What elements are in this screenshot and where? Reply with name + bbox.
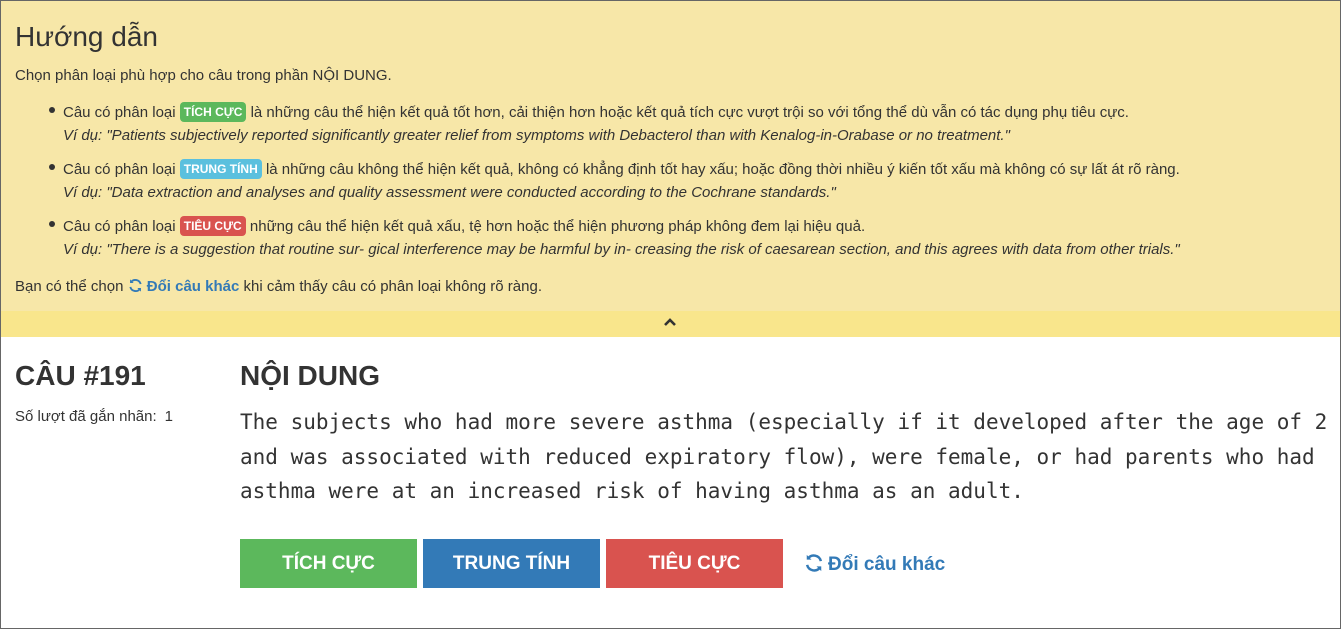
guide-footer-prefix: Bạn có thể chọn (15, 278, 124, 295)
guide-item-text: là những câu thể hiện kết quả tốt hơn, c… (250, 104, 1129, 121)
guide-item-negative: Câu có phân loại TIÊU CỰC những câu thể … (15, 215, 1335, 272)
guide-item-prefix: Câu có phân loại (63, 161, 176, 178)
negative-button[interactable]: TIÊU CỰC (606, 539, 783, 588)
content-text: The subjects who had more severe asthma … (240, 410, 1328, 503)
neutral-badge: TRUNG TÍNH (179, 159, 262, 179)
refresh-icon (805, 554, 823, 572)
guide-collapse-toggle[interactable] (1, 311, 1340, 337)
guide-footer: Bạn có thể chọn Đổi câu khác khi cảm thấ… (15, 278, 542, 295)
positive-button[interactable]: TÍCH CỰC (240, 539, 417, 588)
content-title: NỘI DUNG (240, 360, 380, 391)
swap-sentence-label: Đổi câu khác (828, 554, 946, 575)
bullet (49, 221, 55, 227)
guide-item-example: Ví dụ: "Patients subjectively reported s… (63, 127, 1010, 144)
guide-item-example: Ví dụ: "Data extraction and analyses and… (63, 184, 836, 201)
bullet (49, 107, 55, 113)
refresh-icon (129, 278, 142, 293)
guide-item-prefix: Câu có phân loại (63, 218, 176, 235)
label-count-label: Số lượt đã gắn nhãn: (15, 408, 157, 425)
bullet (49, 164, 55, 170)
swap-sentence-button[interactable]: Đổi câu khác (804, 553, 945, 576)
guide-swap-link[interactable]: Đổi câu khác (128, 278, 244, 295)
negative-badge: TIÊU CỰC (179, 216, 246, 236)
guide-item-text: những câu thể hiện kết quả xấu, tệ hơn h… (249, 218, 866, 235)
guide-list: Câu có phân loại TÍCH CỰC là những câu t… (15, 101, 1335, 272)
guide-swap-link-label: Đổi câu khác (146, 278, 240, 295)
label-count-value: 1 (164, 408, 173, 425)
guide-item-neutral: Câu có phân loại TRUNG TÍNH là những câu… (15, 158, 1335, 215)
guide-item-text: là những câu không thể hiện kết quả, khô… (265, 161, 1180, 178)
label-count: Số lượt đã gắn nhãn: 1 (15, 408, 173, 425)
guide-footer-suffix: khi cảm thấy câu có phân loại không rõ r… (243, 278, 542, 295)
guide-item-prefix: Câu có phân loại (63, 104, 176, 121)
chevron-up-icon (664, 318, 676, 326)
positive-badge: TÍCH CỰC (179, 102, 247, 122)
neutral-button[interactable]: TRUNG TÍNH (423, 539, 600, 588)
guide-panel: Hướng dẫn Chọn phân loại phù hợp cho câu… (1, 1, 1340, 311)
guide-title: Hướng dẫn (15, 21, 158, 52)
guide-item-positive: Câu có phân loại TÍCH CỰC là những câu t… (15, 101, 1335, 158)
guide-intro: Chọn phân loại phù hợp cho câu trong phầ… (15, 67, 392, 84)
question-number: CÂU #191 (15, 360, 146, 391)
guide-item-example: Ví dụ: "There is a suggestion that routi… (63, 241, 1180, 258)
